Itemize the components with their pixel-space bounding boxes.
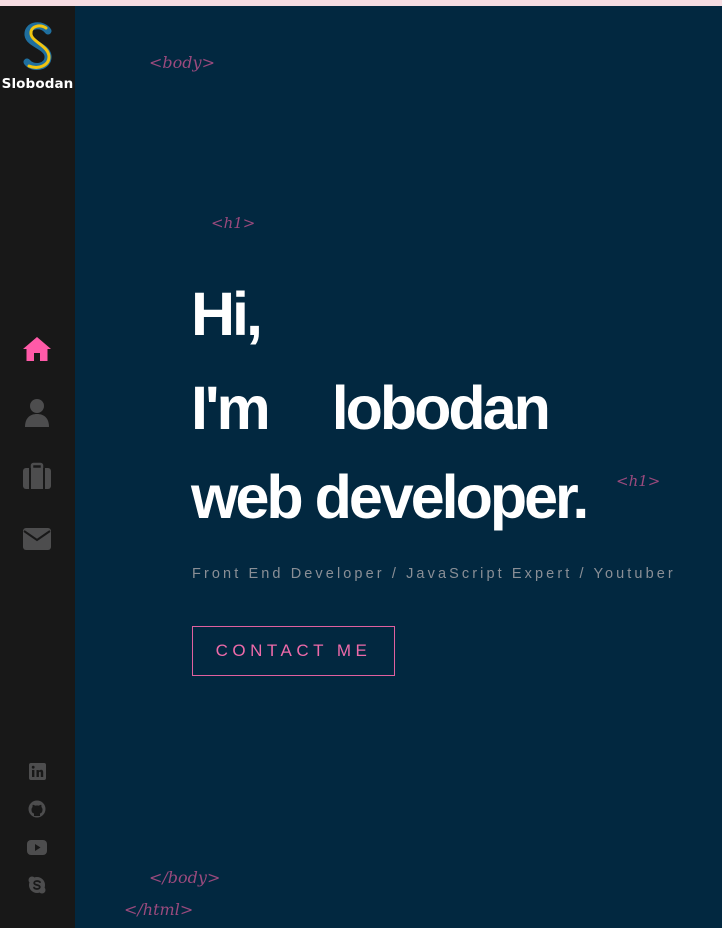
user-icon: [25, 399, 49, 427]
youtube-icon: [27, 839, 47, 855]
hero-line-1: Hi,: [191, 284, 263, 345]
envelope-icon: [23, 528, 51, 550]
logo-name: Slobodan: [1, 76, 74, 92]
hero-line-3: web developer.: [191, 467, 589, 528]
hero-im: I'm: [191, 374, 271, 442]
logo[interactable]: Slobodan: [0, 22, 75, 92]
html-close-tag: </html>: [124, 900, 194, 919]
social-skype[interactable]: [27, 875, 47, 895]
h1-close-tag: <h1>: [616, 472, 661, 490]
hero-role: web developer.: [191, 463, 589, 531]
social-youtube[interactable]: [27, 837, 47, 857]
contact-me-button[interactable]: CONTACT ME: [192, 626, 395, 676]
h1-open-tag: <h1>: [211, 214, 256, 232]
hero-subtitle: Front End Developer / JavaScript Expert …: [192, 566, 676, 582]
social-github[interactable]: [27, 799, 47, 819]
hero-name: lobodan: [331, 374, 551, 442]
sidebar: Slobodan: [0, 0, 75, 928]
main-content: <body> <h1> Hi, I'm lobodan web developer…: [75, 0, 722, 928]
skype-icon: [28, 876, 46, 894]
github-icon: [28, 800, 46, 818]
briefcase-icon: [23, 462, 51, 489]
hero-line-2: I'm lobodan: [191, 378, 551, 439]
nav-about[interactable]: [20, 396, 54, 430]
nav-contact[interactable]: [20, 522, 54, 556]
body-open-tag: <body>: [149, 53, 215, 72]
nav-home[interactable]: [20, 332, 54, 366]
body-close-tag: </body>: [149, 868, 221, 887]
logo-s-icon: [23, 22, 51, 70]
hero-greeting: Hi,: [191, 280, 263, 348]
top-border: [0, 0, 722, 6]
social-linkedin[interactable]: [27, 761, 47, 781]
nav-portfolio[interactable]: [20, 459, 54, 493]
linkedin-icon: [28, 762, 46, 780]
home-icon: [23, 337, 51, 361]
